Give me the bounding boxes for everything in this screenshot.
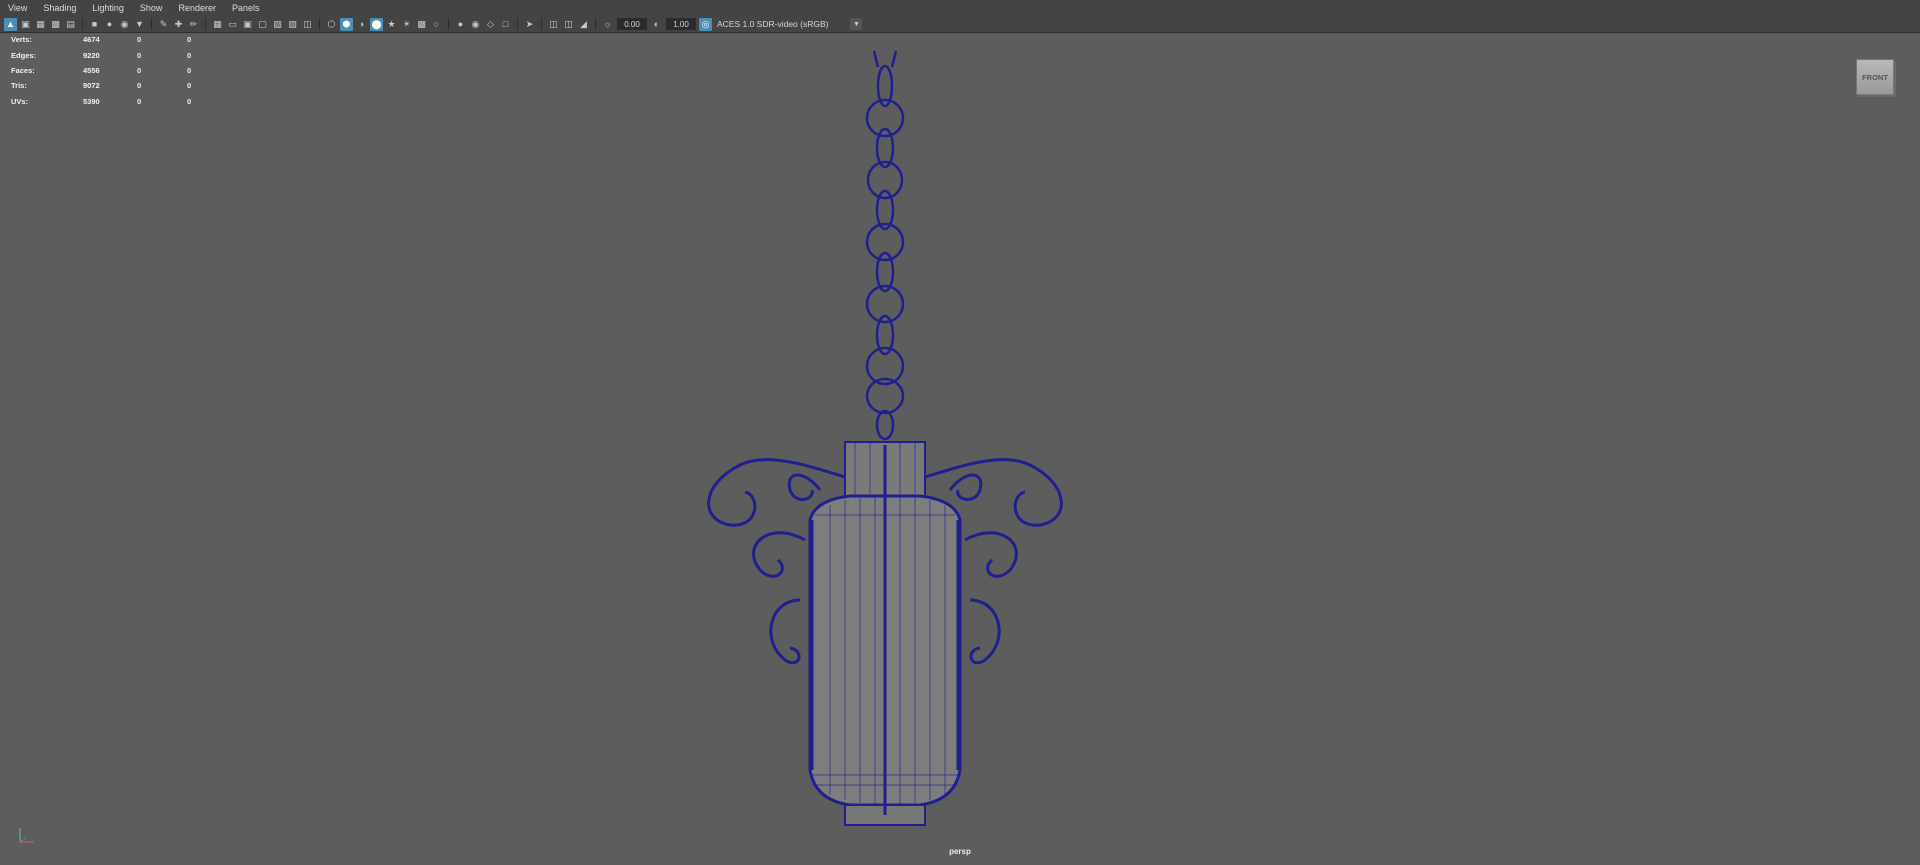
lantern-model[interactable] [0,0,1920,865]
axis-gizmo-icon [19,828,34,843]
scroll-left-curl [787,473,822,501]
chain [865,50,905,441]
scroll-right-curl [948,473,983,501]
scroll-left-mid [752,531,806,578]
chain-hook [872,50,898,68]
scroll-left-lower [769,598,801,665]
camera-name-label: persp [949,847,971,856]
chain-link [875,409,895,441]
lantern-body [808,441,962,826]
scroll-right-mid [964,531,1018,578]
scroll-right-lower [969,598,1001,665]
